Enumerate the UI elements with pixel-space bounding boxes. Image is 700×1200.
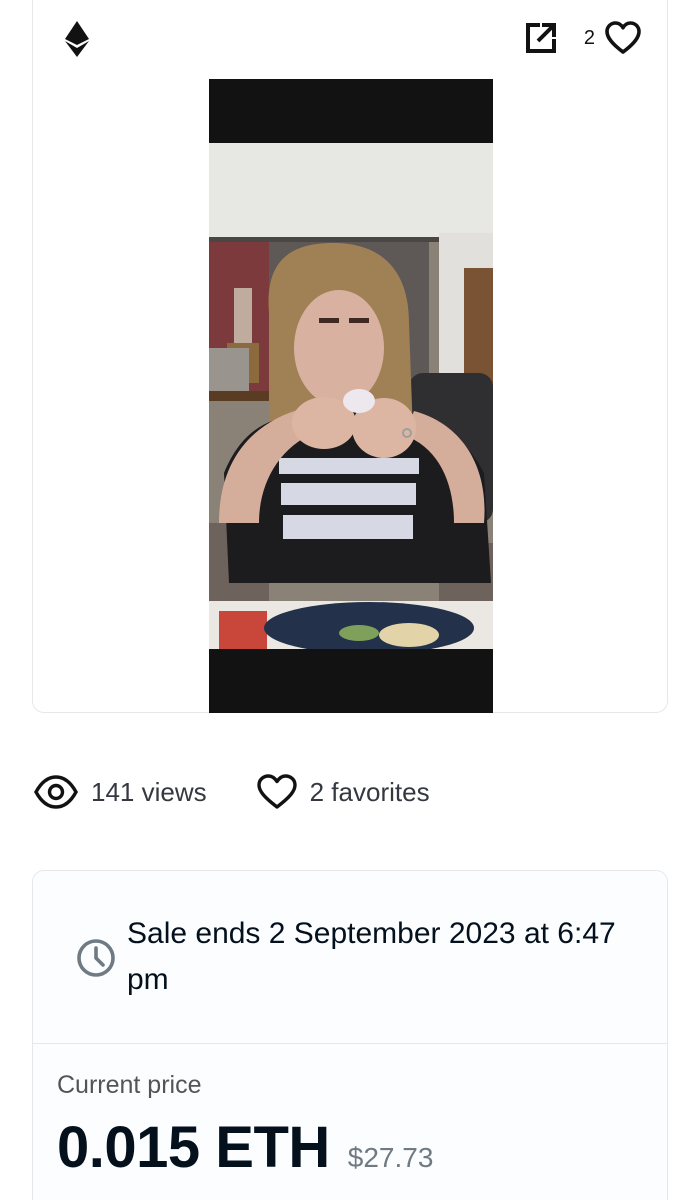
favorite-count: 2 bbox=[583, 26, 595, 49]
price-section: Current price 0.015 ETH $27.73 bbox=[57, 1071, 433, 1181]
item-stats: 141 views 2 favorites bbox=[34, 772, 430, 812]
nft-media-card: 2 bbox=[32, 0, 668, 713]
external-link-icon[interactable] bbox=[524, 21, 558, 55]
price-row: 0.015 ETH $27.73 bbox=[57, 1114, 433, 1181]
views-count: 141 views bbox=[91, 776, 207, 807]
sale-end-text: Sale ends 2 September 2023 at 6:47 pm bbox=[127, 917, 616, 996]
favorites-count: 2 favorites bbox=[309, 776, 430, 807]
nft-image[interactable] bbox=[209, 143, 493, 649]
views-stat: 141 views bbox=[34, 772, 207, 812]
sale-header: Sale ends 2 September 2023 at 6:47 pm bbox=[33, 871, 667, 1044]
heart-icon[interactable] bbox=[605, 21, 641, 55]
price-eth: 0.015 ETH bbox=[57, 1115, 330, 1180]
price-usd: $27.73 bbox=[347, 1142, 434, 1173]
heart-icon bbox=[256, 774, 297, 809]
eye-icon bbox=[34, 775, 78, 809]
nft-media-frame[interactable] bbox=[209, 79, 493, 713]
nft-detail-page: 2 141 views 2 favorites Sale ends 2 Sept… bbox=[0, 0, 700, 1200]
sale-card: Sale ends 2 September 2023 at 6:47 pm Cu… bbox=[32, 870, 668, 1200]
favorites-stat: 2 favorites bbox=[256, 774, 430, 810]
card-actions: 2 bbox=[524, 21, 641, 55]
ethereum-icon bbox=[65, 21, 89, 57]
price-label: Current price bbox=[57, 1071, 202, 1099]
clock-icon bbox=[77, 939, 115, 977]
